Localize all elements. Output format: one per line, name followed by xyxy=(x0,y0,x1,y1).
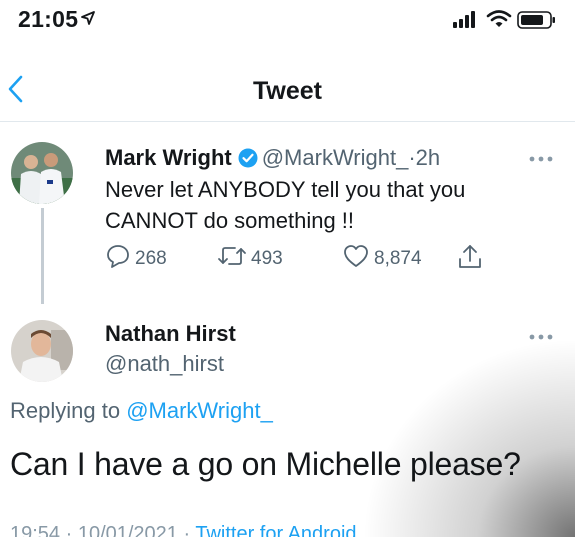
reply-button[interactable]: 268 xyxy=(105,243,167,275)
author-handle[interactable]: @nath_hirst xyxy=(105,351,224,377)
avatar[interactable] xyxy=(11,142,73,204)
tweet-time[interactable]: 2h xyxy=(416,145,440,170)
tweet-actions: 268 493 8,874 xyxy=(105,243,525,273)
reply-icon xyxy=(105,243,135,275)
replying-mention[interactable]: @MarkWright_ xyxy=(126,398,273,423)
tweet-text: Never let ANYBODY tell you that you CANN… xyxy=(105,177,466,233)
reply-text: Can I have a go on Michelle please? xyxy=(10,446,521,482)
meta-source[interactable]: Twitter for Android xyxy=(195,523,356,537)
signal-icon xyxy=(452,10,478,33)
share-icon xyxy=(457,243,487,277)
author-name[interactable]: Mark Wright xyxy=(105,145,232,170)
tweet-header: Mark Wright @MarkWright_·2h xyxy=(105,145,440,174)
meta-time: 19:54 · 10/01/2021 · xyxy=(10,523,191,537)
separator: · xyxy=(408,145,416,170)
more-options-icon[interactable] xyxy=(528,328,554,346)
more-options-icon[interactable] xyxy=(528,150,554,168)
heart-icon xyxy=(342,243,374,275)
replying-to: Replying to @MarkWright_ xyxy=(10,398,273,424)
thread-line xyxy=(41,208,44,304)
battery-icon xyxy=(517,10,557,35)
retweet-icon xyxy=(217,243,251,275)
like-count: 8,874 xyxy=(374,248,422,269)
tweet-meta: 19:54 · 10/01/2021 · Twitter for Android xyxy=(10,523,357,537)
share-button[interactable] xyxy=(457,243,487,277)
replying-prefix: Replying to xyxy=(10,398,121,423)
retweet-button[interactable]: 493 xyxy=(217,243,283,275)
status-bar: 21:05 xyxy=(0,0,575,40)
location-arrow-icon xyxy=(80,10,96,31)
author-name[interactable]: Nathan Hirst xyxy=(105,321,236,347)
status-time: 21:05 xyxy=(18,6,79,32)
wifi-icon xyxy=(486,9,512,34)
retweet-count: 493 xyxy=(251,248,283,269)
reply-count: 268 xyxy=(135,248,167,269)
avatar[interactable] xyxy=(11,320,73,382)
author-handle[interactable]: @MarkWright_ xyxy=(262,145,409,170)
like-button[interactable]: 8,874 xyxy=(342,243,422,275)
verified-badge-icon xyxy=(238,148,258,174)
page-title: Tweet xyxy=(253,77,322,105)
header: Tweet xyxy=(0,40,575,122)
